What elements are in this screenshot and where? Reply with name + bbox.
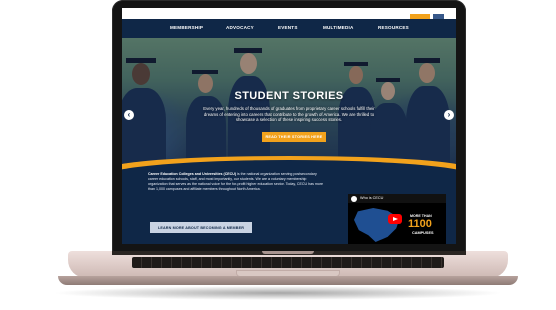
video-campus-count: 1100 (408, 218, 432, 230)
carousel-prev-icon[interactable]: ‹ (124, 110, 134, 120)
main-nav: MEMBERSHIP ADVOCACY EVENTS MULTIMEDIA RE… (122, 19, 456, 38)
laptop-keyboard (132, 257, 444, 268)
laptop-screen: MEMBERSHIP ADVOCACY EVENTS MULTIMEDIA RE… (122, 8, 456, 244)
laptop-base-lip (58, 276, 518, 285)
video-embed[interactable]: Who is CECU MORE THAN 1100 CAMPUSES (348, 194, 446, 244)
hero-overlay (122, 38, 456, 171)
nav-item-advocacy[interactable]: ADVOCACY (226, 25, 254, 30)
nav-item-events[interactable]: EVENTS (278, 25, 298, 30)
play-icon[interactable] (388, 214, 402, 224)
carousel-next-icon[interactable]: › (444, 110, 454, 120)
learn-more-button[interactable]: LEARN MORE ABOUT BECOMING A MEMBER (150, 222, 252, 233)
video-campuses-label: CAMPUSES (412, 231, 434, 235)
site-top-bar (122, 8, 456, 19)
nav-item-multimedia[interactable]: MULTIMEDIA (323, 25, 354, 30)
video-title-bar: Who is CECU (348, 194, 446, 203)
hero-text: Every year, hundreds of thousands of gra… (203, 106, 375, 123)
laptop-shadow (52, 286, 504, 300)
video-title: Who is CECU (360, 196, 384, 200)
laptop-notch (262, 251, 314, 254)
read-stories-button[interactable]: READ THEIR STORIES HERE (262, 132, 326, 142)
about-paragraph: Career Education Colleges and Universiti… (148, 172, 324, 192)
hero-title: STUDENT STORIES (234, 90, 344, 102)
hero-banner: STUDENT STORIES Every year, hundreds of … (122, 38, 456, 171)
nav-item-membership[interactable]: MEMBERSHIP (170, 25, 203, 30)
nav-item-resources[interactable]: RESOURCES (378, 25, 409, 30)
channel-logo-icon (351, 195, 357, 202)
about-org-name: Career Education Colleges and Universiti… (148, 172, 237, 176)
